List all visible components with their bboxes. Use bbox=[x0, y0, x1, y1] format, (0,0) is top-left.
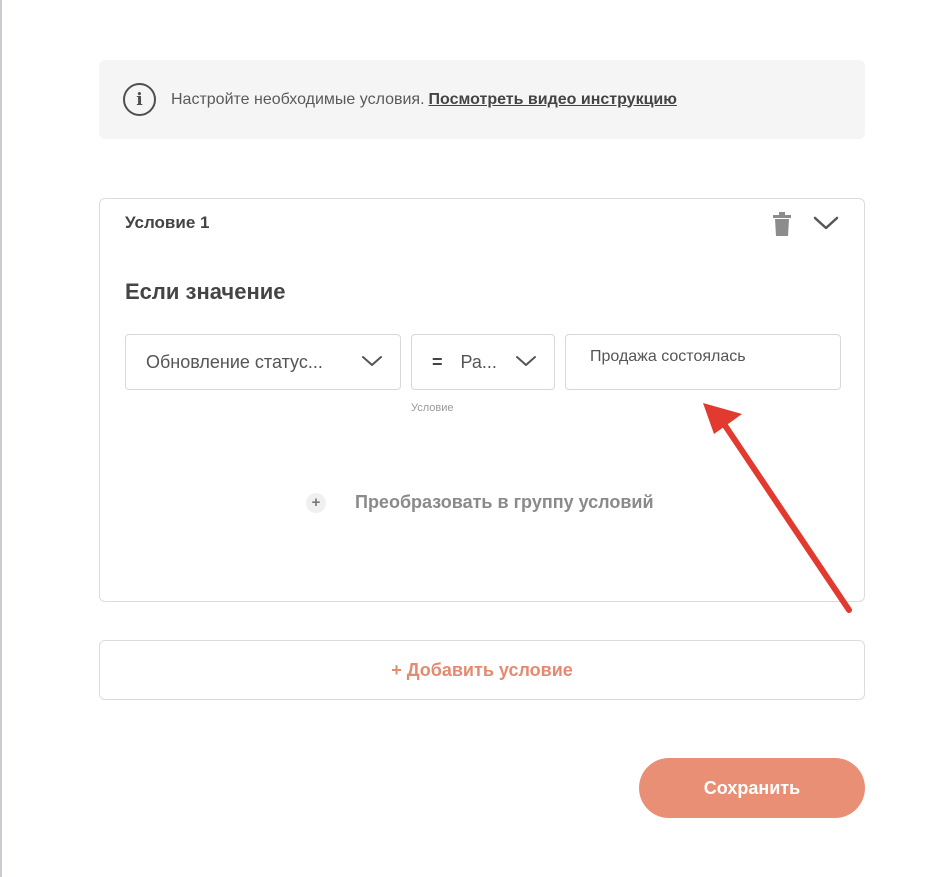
left-edge-divider bbox=[0, 0, 2, 877]
add-condition-button[interactable]: + Добавить условие bbox=[99, 640, 865, 700]
field-select[interactable]: Обновление статус... bbox=[125, 334, 401, 390]
save-button[interactable]: Сохранить bbox=[639, 758, 865, 818]
condition-title: Условие 1 bbox=[125, 213, 210, 232]
info-icon: i bbox=[123, 83, 156, 116]
convert-to-group-label: Преобразовать в группу условий bbox=[355, 492, 654, 512]
info-text: Настройте необходимые условия. bbox=[171, 90, 425, 108]
chevron-down-icon[interactable] bbox=[813, 213, 839, 233]
operator-caption: Условие bbox=[411, 402, 454, 414]
condition-card: Условие 1 Если значение Обновление стату… bbox=[99, 198, 865, 602]
chevron-down-icon bbox=[516, 356, 536, 366]
plus-icon: + bbox=[306, 492, 326, 513]
operator-select-value: Ра... bbox=[460, 351, 497, 372]
chevron-down-icon bbox=[362, 356, 382, 366]
video-instruction-link[interactable]: Посмотреть видео инструкцию bbox=[429, 91, 677, 109]
value-input[interactable]: Продажа состоялась bbox=[565, 334, 841, 390]
operator-select[interactable]: = Ра... bbox=[411, 334, 555, 390]
field-select-value: Обновление статус... bbox=[146, 351, 323, 372]
trash-icon[interactable] bbox=[772, 212, 792, 236]
if-value-heading: Если значение bbox=[125, 279, 286, 304]
operator-symbol: = bbox=[432, 351, 443, 372]
convert-to-group-button[interactable]: + Преобразовать в группу условий bbox=[306, 492, 654, 513]
info-banner: i Настройте необходимые условия. Посмотр… bbox=[99, 60, 865, 139]
